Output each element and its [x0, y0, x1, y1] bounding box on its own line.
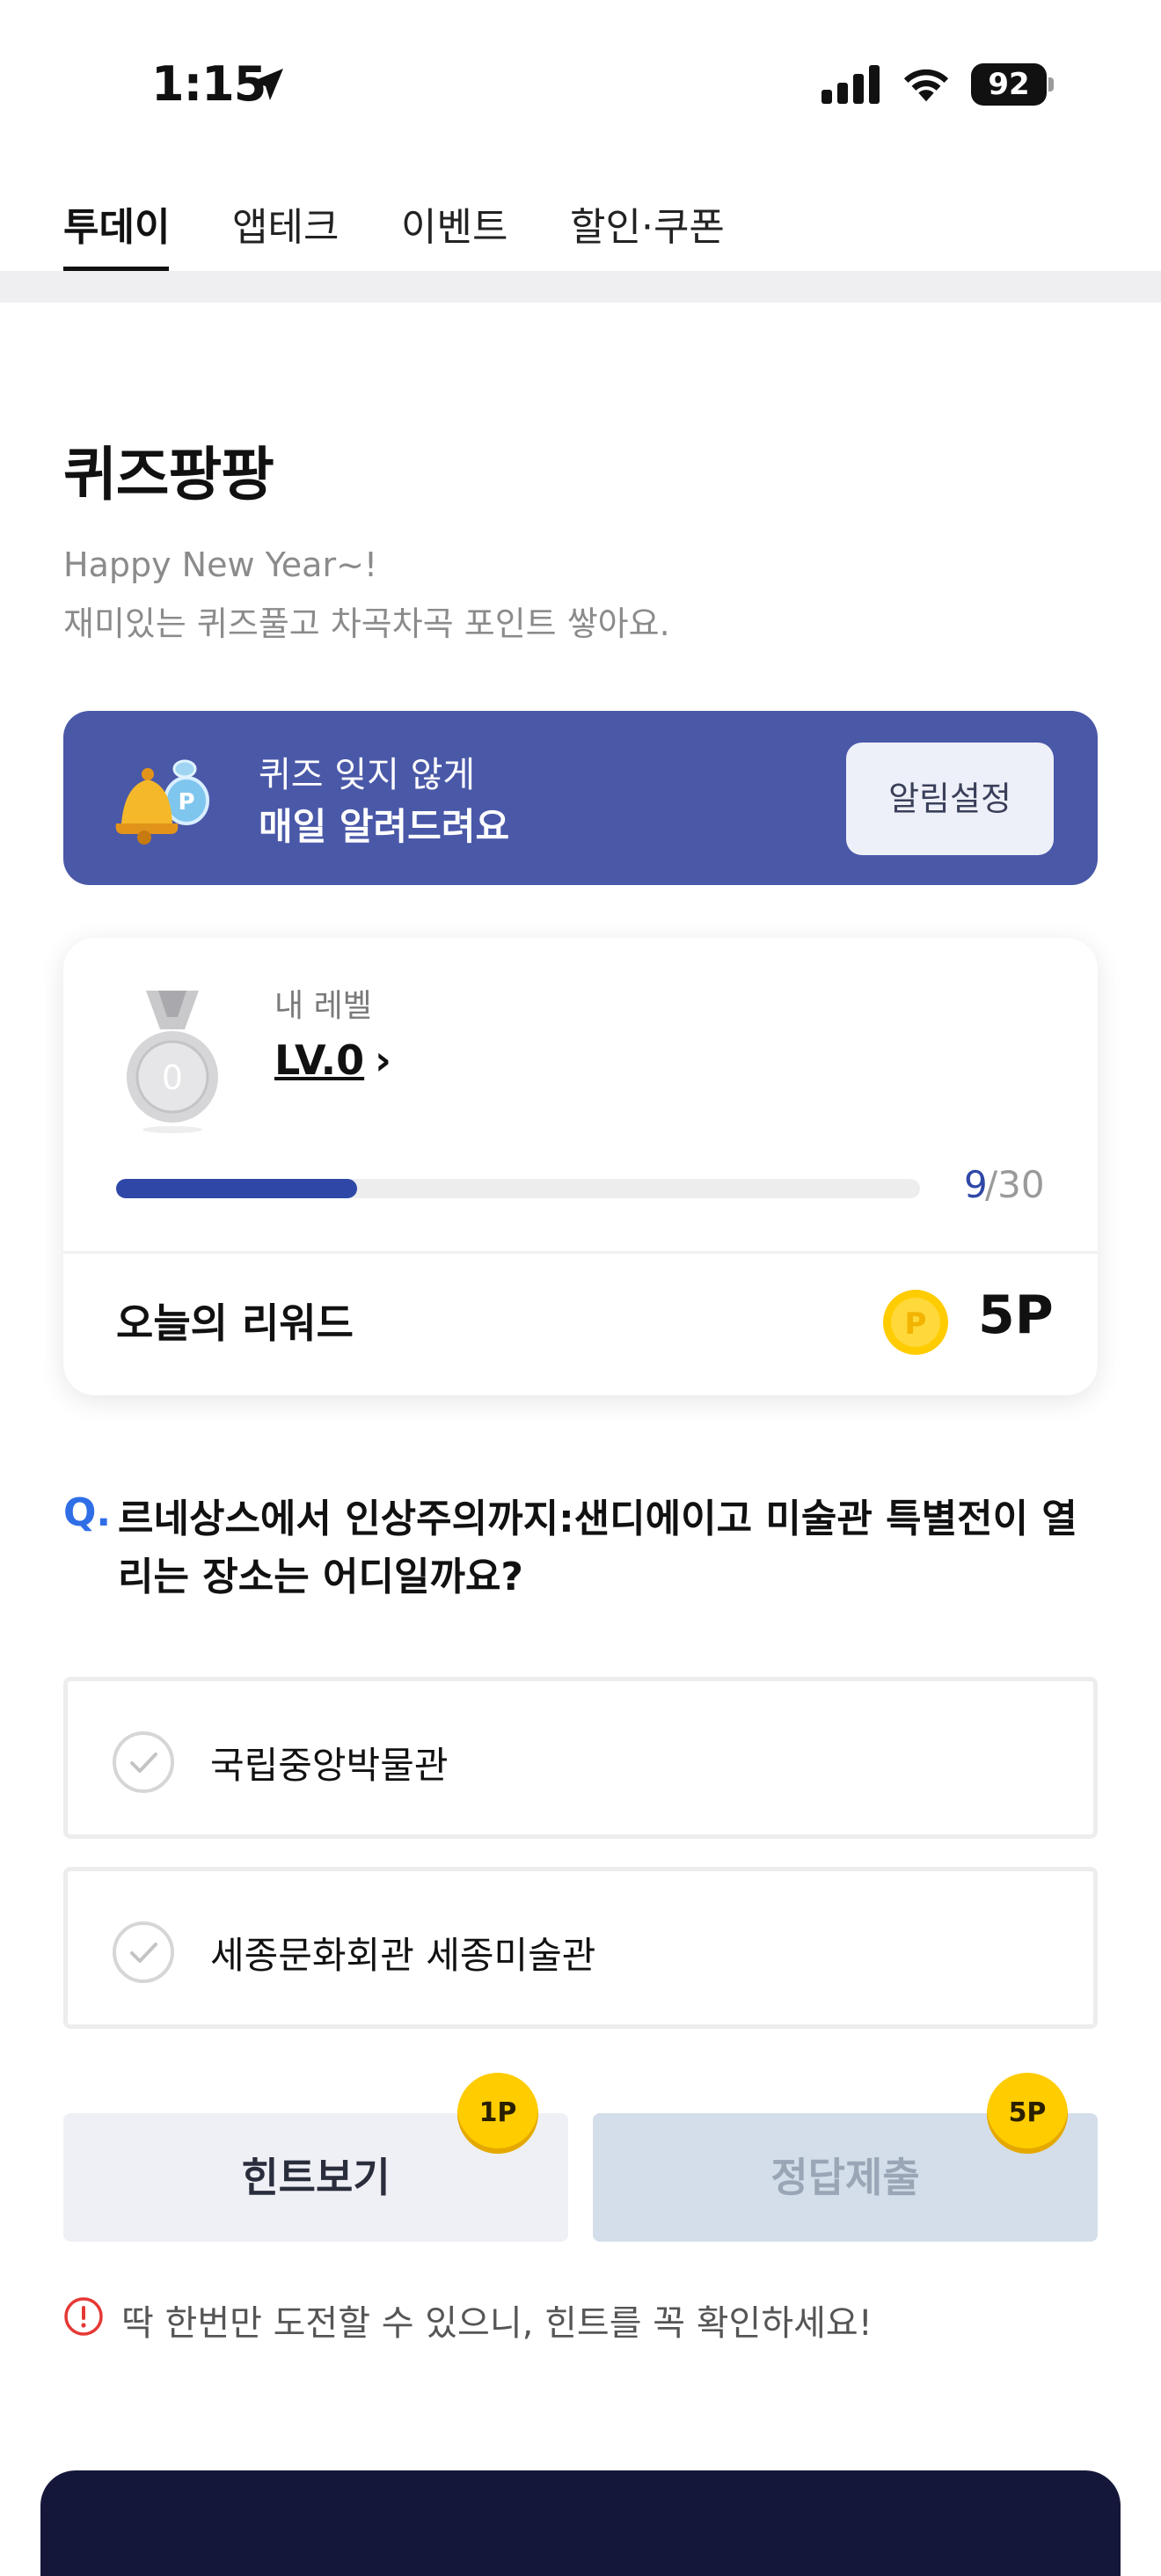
- tab-event[interactable]: 이벤트: [401, 195, 507, 252]
- level-progress-fill: [116, 1179, 358, 1198]
- battery-indicator: 92: [971, 63, 1054, 106]
- point-coin-icon: P: [883, 1290, 948, 1355]
- answer-option-label: 국립중앙박물관: [210, 1744, 449, 1787]
- svg-text:P: P: [178, 789, 194, 816]
- warning-text: 딱 한번만 도전할 수 있으니, 힌트를 꼭 확인하세요!: [121, 2303, 873, 2344]
- progress-current: 9: [964, 1163, 988, 1206]
- chevron-right-icon[interactable]: ›: [375, 1036, 391, 1084]
- question-text: 르네상스에서 인상주의까지:샌디에이고 미술관 특별전이 열리는 장소는 어디일…: [118, 1497, 1077, 1599]
- tab-discount-coupon[interactable]: 할인·쿠폰: [570, 195, 725, 252]
- tab-today[interactable]: 투데이: [63, 195, 170, 252]
- hint-cost-badge: 1P: [457, 2073, 538, 2154]
- location-arrow-icon: [252, 69, 283, 100]
- banner-line1: 퀴즈 잊지 않게: [259, 755, 476, 795]
- answer-option-label: 세종문화회관 세종미술관: [210, 1934, 596, 1977]
- bell-coin-icon: P: [115, 759, 209, 845]
- check-circle-icon: [113, 1921, 174, 1983]
- bottom-promo-panel: [40, 2470, 1121, 2576]
- cellular-signal-icon: [821, 65, 880, 104]
- today-reward-label: 오늘의 리워드: [116, 1299, 354, 1347]
- question-mark-label: Q.: [63, 1490, 112, 1535]
- section-divider: [0, 271, 1161, 303]
- page-subtitle-line1: Happy New Year~!: [63, 545, 378, 584]
- battery-tip: [1048, 77, 1054, 91]
- banner-line2: 매일 알려드려요: [259, 805, 510, 848]
- medal-number: 0: [162, 1058, 183, 1097]
- battery-level: 92: [971, 63, 1047, 106]
- page-subtitle-line2: 재미있는 퀴즈풀고 차곡차곡 포인트 쌓아요.: [63, 604, 670, 643]
- alarm-settings-button[interactable]: 알림설정: [846, 743, 1054, 855]
- svg-text:P: P: [905, 1306, 927, 1342]
- progress-total: /30: [985, 1163, 1045, 1206]
- my-level-label: 내 레벨: [274, 988, 372, 1024]
- wifi-icon: [903, 69, 949, 102]
- page-title: 퀴즈팡팡: [63, 441, 274, 509]
- level-card: 0 내 레벨 LV.0 › 9 /30 오늘의 리워드 P 5P: [63, 938, 1098, 1395]
- answer-option-2[interactable]: 세종문화회관 세종미술관: [63, 1867, 1098, 2029]
- submit-reward-badge: 5P: [987, 2073, 1068, 2154]
- warning-icon: [64, 2297, 103, 2336]
- silver-medal-icon: 0: [127, 991, 218, 1133]
- notification-banner: P 퀴즈 잊지 않게 매일 알려드려요 알림설정: [63, 711, 1098, 885]
- today-reward-value: 5P: [978, 1284, 1054, 1346]
- level-progress-bar: [116, 1179, 920, 1198]
- tab-apptech[interactable]: 앱테크: [232, 195, 339, 252]
- answer-option-1[interactable]: 국립중앙박물관: [63, 1677, 1098, 1839]
- check-circle-icon: [113, 1731, 174, 1793]
- card-divider: [63, 1251, 1098, 1254]
- level-link[interactable]: LV.0: [274, 1036, 364, 1084]
